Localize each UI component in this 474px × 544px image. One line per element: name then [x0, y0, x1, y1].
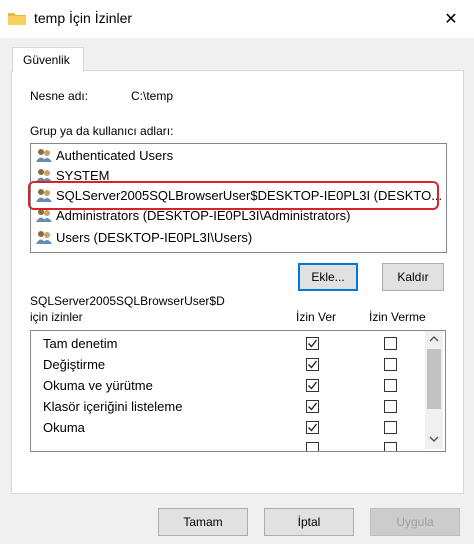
permissions-for-label-2: için izinler [30, 310, 83, 324]
table-row: Klasör içeriğini listeleme [31, 396, 425, 417]
group-label: Users (DESKTOP-IE0PL3I\Users) [56, 229, 253, 245]
deny-header: İzin Verme [369, 310, 426, 324]
table-row: Değiştirme [31, 354, 425, 375]
scrollbar-thumb[interactable] [427, 349, 441, 409]
selection-highlight [28, 181, 439, 210]
permissions-list: Tam denetim Değiştirme Okuma ve yürütme … [30, 330, 446, 452]
table-row: Tam denetim [31, 333, 425, 354]
table-row [31, 438, 425, 451]
permission-name: Tam denetim [43, 336, 118, 351]
users-icon [36, 149, 52, 162]
object-name-label: Nesne adı: [30, 89, 89, 103]
add-button[interactable]: Ekle... [298, 263, 358, 291]
deny-checkbox[interactable] [384, 337, 397, 350]
object-name-value: C:\temp [131, 89, 174, 103]
deny-checkbox[interactable] [384, 442, 397, 451]
folder-icon [8, 13, 26, 25]
allow-checkbox[interactable] [306, 337, 319, 350]
groups-label: Grup ya da kullanıcı adları: [30, 124, 174, 138]
allow-checkbox[interactable] [306, 421, 319, 434]
tab-security-label: Güvenlik [23, 53, 70, 67]
scroll-down-icon[interactable] [429, 435, 439, 443]
permission-name: Değiştirme [43, 357, 106, 372]
permissions-for-label: SQLServer2005SQLBrowserUser$D [30, 294, 225, 308]
remove-button[interactable]: Kaldır [382, 263, 444, 291]
allow-header: İzin Ver [296, 310, 337, 324]
scroll-up-icon[interactable] [429, 335, 439, 343]
close-icon: ✕ [444, 11, 458, 28]
list-item[interactable]: Users (DESKTOP-IE0PL3I\Users) [35, 227, 252, 247]
window-title: temp İçin İzinler [34, 10, 133, 26]
deny-checkbox[interactable] [384, 400, 397, 413]
deny-checkbox[interactable] [384, 421, 397, 434]
allow-checkbox[interactable] [306, 400, 319, 413]
table-row: Okuma ve yürütme [31, 375, 425, 396]
apply-button[interactable]: Uygula [370, 508, 460, 536]
users-icon [36, 231, 52, 244]
table-row: Okuma [31, 417, 425, 438]
permission-name: Klasör içeriğini listeleme [43, 399, 183, 414]
deny-checkbox[interactable] [384, 379, 397, 392]
permission-name: Okuma ve yürütme [43, 378, 153, 393]
allow-checkbox[interactable] [306, 442, 319, 451]
permission-name: Okuma [43, 420, 85, 435]
ok-button[interactable]: Tamam [158, 508, 248, 536]
deny-checkbox[interactable] [384, 358, 397, 371]
close-button[interactable]: ✕ [434, 4, 468, 34]
list-item[interactable]: Authenticated Users [35, 145, 173, 165]
group-label: Authenticated Users [56, 147, 174, 163]
allow-checkbox[interactable] [306, 379, 319, 392]
allow-checkbox[interactable] [306, 358, 319, 371]
tab-security[interactable]: Güvenlik [12, 47, 84, 72]
cancel-button[interactable]: İptal [264, 508, 354, 536]
